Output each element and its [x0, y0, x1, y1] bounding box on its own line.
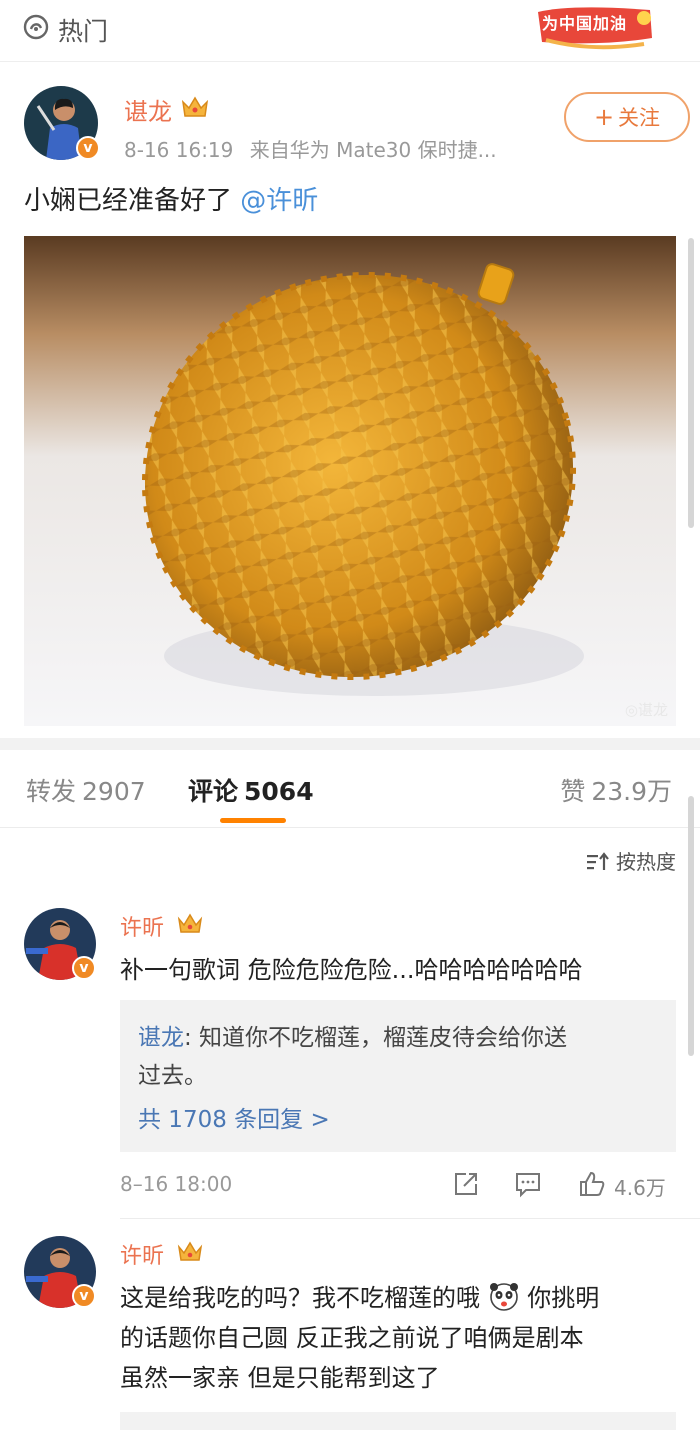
sort-label: 按热度	[616, 850, 676, 874]
verified-badge-icon: v	[76, 136, 100, 160]
tab-repost[interactable]: 转发 2907	[26, 772, 146, 808]
reply-preview[interactable]: 谌龙: 知道你不吃榴莲，榴莲皮待会给你送 过去。 共 1708 条回复 >	[120, 1000, 676, 1152]
commenter-name[interactable]: 许昕	[120, 1238, 164, 1270]
sort-button[interactable]: 按热度	[586, 846, 676, 875]
active-tab-indicator	[220, 818, 286, 823]
post-author-name[interactable]: 谌龙	[124, 92, 172, 127]
verified-badge-icon: v	[72, 1284, 96, 1308]
crown-icon	[181, 96, 209, 117]
commenter-name[interactable]: 许昕	[120, 910, 164, 942]
crown-icon	[177, 1241, 203, 1261]
tab-comment[interactable]: 评论 5064	[188, 772, 314, 808]
hot-label[interactable]: 热门	[58, 12, 108, 48]
like-count: 23.9万	[591, 777, 672, 806]
reply-more-link[interactable]: 共 1708 条回复 >	[138, 1100, 330, 1134]
reply-preview[interactable]	[120, 1412, 676, 1430]
comment-time: 8–16 18:00	[120, 1172, 233, 1196]
post-body: 小娴已经准备好了	[24, 186, 233, 216]
comment-text-tail: 你挑明	[527, 1284, 600, 1312]
comment-likes: 4.6万	[614, 1176, 666, 1200]
follow-button[interactable]: + 关注	[564, 92, 690, 142]
top-bar: 热门 为中国加油	[0, 0, 700, 62]
share-icon[interactable]	[452, 1170, 480, 1198]
crown-icon	[177, 913, 203, 933]
sort-row: 按热度	[0, 830, 700, 890]
tab-like[interactable]: 赞 23.9万	[560, 772, 672, 808]
comment-text-line-2: 的话题你自己圆 反正我之前说了咱俩是剧本	[120, 1324, 584, 1352]
repost-label: 转发	[26, 777, 77, 806]
thumbs-up-icon[interactable]	[578, 1170, 606, 1198]
comment-text-line-1: 这是给我吃的吗？我不吃榴莲的哦 你挑明	[120, 1278, 599, 1318]
verified-badge-icon: v	[72, 956, 96, 980]
comment-text-part: 这是给我吃的吗？我不吃榴莲的哦	[120, 1284, 480, 1312]
post-meta: 8-16 16:19 来自华为 Mate30 保时捷...	[124, 134, 497, 163]
comment-text: 补一句歌词 危险危险危险...哈哈哈哈哈哈哈	[120, 956, 583, 984]
section-gap	[0, 738, 700, 750]
scrollbar[interactable]	[688, 238, 694, 528]
post-text: 小娴已经准备好了 @许昕	[24, 180, 318, 217]
repost-count: 2907	[82, 777, 146, 806]
promo-text: 为中国加油	[542, 14, 628, 33]
scrollbar[interactable]	[688, 796, 694, 1056]
photo-watermark: ◎谌龙	[624, 701, 668, 719]
reply-line-1: 谌龙: 知道你不吃榴莲，榴莲皮待会给你送	[138, 1018, 567, 1052]
promo-badge[interactable]: 为中国加油	[532, 4, 660, 54]
reply-author[interactable]: 谌龙	[138, 1025, 184, 1051]
durian-photo[interactable]: ◎谌龙	[24, 236, 676, 726]
stats-tabs: 转发 2907 评论 5064 赞 23.9万	[0, 750, 700, 828]
reply-text-2: 过去。	[138, 1063, 207, 1089]
hot-topic-icon[interactable]	[22, 14, 50, 42]
mention-link[interactable]: @许昕	[240, 186, 318, 216]
post-source: 来自华为 Mate30 保时捷...	[249, 138, 497, 162]
comment-label: 评论	[188, 777, 239, 806]
panda-emoji-icon	[489, 1283, 518, 1311]
comment-text-line-3: 虽然一家亲 但是只能帮到这了	[120, 1364, 440, 1392]
post-time: 8-16 16:19	[124, 138, 234, 162]
plus-icon: +	[593, 103, 615, 131]
follow-label: 关注	[618, 106, 661, 130]
weibo-post: v 谌龙 8-16 16:19 来自华为 Mate30 保时捷... + 关注 小…	[0, 62, 700, 738]
like-label: 赞	[560, 777, 586, 806]
comment-divider	[120, 1218, 700, 1219]
comment-icon[interactable]	[514, 1170, 542, 1198]
sort-icon	[587, 852, 609, 870]
comment-count: 5064	[244, 777, 314, 806]
reply-text-1: : 知道你不吃榴莲，榴莲皮待会给你送	[184, 1025, 568, 1051]
